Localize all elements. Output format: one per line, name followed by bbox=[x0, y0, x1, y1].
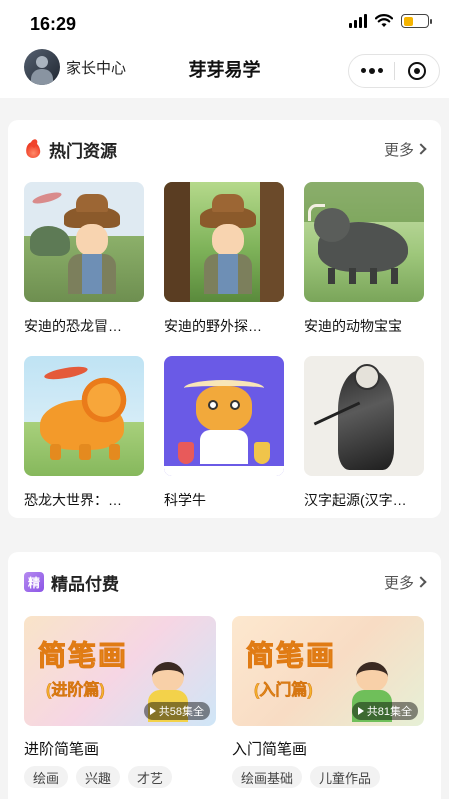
course-tags: 绘画基础 儿童作品 bbox=[232, 766, 381, 788]
cover-subtitle: (入门篇) bbox=[254, 682, 313, 700]
course-cover: 简笔画 (进阶篇) 共58集全 bbox=[24, 616, 216, 726]
signal-icon bbox=[349, 14, 367, 28]
course-tags: 绘画 兴趣 才艺 bbox=[24, 766, 173, 788]
resource-title: 科学牛 bbox=[164, 492, 206, 508]
thumbnail-explorer-forest bbox=[164, 182, 284, 302]
course-card[interactable]: 简笔画 (进阶篇) 共58集全 进阶简笔画 绘画 兴趣 才艺 bbox=[24, 616, 216, 788]
parent-center-link[interactable]: 家长中心 bbox=[66, 57, 126, 78]
resource-title: 安迪的动物宝宝 bbox=[304, 318, 402, 334]
section-title: 热门资源 bbox=[49, 141, 117, 161]
premium-section-header: 精 精品付费 更多 bbox=[24, 569, 427, 595]
status-icons bbox=[349, 14, 432, 28]
hot-resources-section: 热门资源 更多 安迪的恐龙冒… 安迪的野外探… 安迪的动物宝宝 恐龙大世界：… … bbox=[8, 120, 441, 518]
chevron-right-icon bbox=[415, 143, 427, 155]
course-cover: 简笔画 (入门篇) 共81集全 bbox=[232, 616, 424, 726]
resource-tile[interactable]: 恐龙大世界：… bbox=[24, 356, 144, 530]
resource-tile[interactable]: 汉字起源(汉字… bbox=[304, 356, 424, 530]
thumbnail-science-cow bbox=[164, 356, 284, 476]
course-title: 进阶简笔画 bbox=[24, 741, 100, 758]
episode-badge: 共58集全 bbox=[143, 702, 210, 720]
miniprogram-capsule bbox=[348, 54, 440, 88]
hot-section-header: 热门资源 更多 bbox=[24, 136, 427, 162]
more-dots-icon[interactable] bbox=[349, 68, 394, 74]
cover-subtitle: (进阶篇) bbox=[46, 682, 105, 700]
more-label: 更多 bbox=[383, 574, 414, 592]
status-time: 16:29 bbox=[30, 14, 77, 34]
resource-tile[interactable]: 安迪的野外探… bbox=[164, 182, 284, 356]
more-label: 更多 bbox=[383, 141, 414, 159]
section-title: 精品付费 bbox=[51, 574, 119, 594]
resource-title: 恐龙大世界：… bbox=[24, 492, 122, 508]
close-miniprogram-icon[interactable] bbox=[395, 62, 439, 80]
tag: 绘画 bbox=[24, 766, 69, 788]
thumbnail-ink-figure bbox=[304, 356, 424, 476]
play-icon bbox=[149, 707, 156, 715]
resource-tile[interactable]: 安迪的动物宝宝 bbox=[304, 182, 424, 356]
play-icon bbox=[357, 707, 364, 715]
thumbnail-triceratops bbox=[24, 356, 144, 476]
tag: 儿童作品 bbox=[310, 766, 381, 788]
status-bar: 16:29 bbox=[0, 0, 449, 46]
premium-more-link[interactable]: 更多 bbox=[383, 572, 427, 593]
thumbnail-wild-boar bbox=[304, 182, 424, 302]
resource-title: 安迪的野外探… bbox=[164, 318, 262, 334]
tag: 才艺 bbox=[128, 766, 173, 788]
tag: 兴趣 bbox=[76, 766, 121, 788]
resource-title: 安迪的恐龙冒… bbox=[24, 318, 122, 334]
episode-count: 共81集全 bbox=[366, 706, 412, 718]
cover-title: 简笔画 bbox=[37, 640, 129, 672]
premium-course-row: 简笔画 (进阶篇) 共58集全 进阶简笔画 绘画 兴趣 才艺 简笔画 (入门篇) bbox=[24, 616, 424, 788]
course-title: 入门简笔画 bbox=[232, 741, 308, 758]
episode-count: 共58集全 bbox=[158, 706, 204, 718]
resource-title: 汉字起源(汉字… bbox=[304, 492, 407, 508]
resource-tile[interactable]: 安迪的恐龙冒… bbox=[24, 182, 144, 356]
premium-icon: 精 bbox=[24, 572, 44, 592]
course-card[interactable]: 简笔画 (入门篇) 共81集全 入门简笔画 绘画基础 儿童作品 bbox=[232, 616, 424, 788]
thumbnail-explorer-dinosaur bbox=[24, 182, 144, 302]
battery-icon bbox=[401, 14, 432, 28]
resource-grid: 安迪的恐龙冒… 安迪的野外探… 安迪的动物宝宝 恐龙大世界：… 科学牛 汉字起源… bbox=[24, 182, 428, 530]
premium-section: 精 精品付费 更多 简笔画 (进阶篇) 共58集全 进阶简笔画 绘画 兴趣 才艺… bbox=[8, 552, 441, 799]
resource-tile[interactable]: 科学牛 bbox=[164, 356, 284, 530]
chevron-right-icon bbox=[415, 576, 427, 588]
tag: 绘画基础 bbox=[232, 766, 303, 788]
cover-title: 简笔画 bbox=[245, 640, 337, 672]
wifi-icon bbox=[375, 14, 393, 27]
episode-badge: 共81集全 bbox=[351, 702, 418, 720]
nav-bar: 家长中心 芽芽易学 bbox=[0, 46, 449, 98]
flame-icon bbox=[24, 139, 42, 159]
hot-more-link[interactable]: 更多 bbox=[383, 139, 427, 160]
avatar[interactable] bbox=[24, 49, 60, 85]
